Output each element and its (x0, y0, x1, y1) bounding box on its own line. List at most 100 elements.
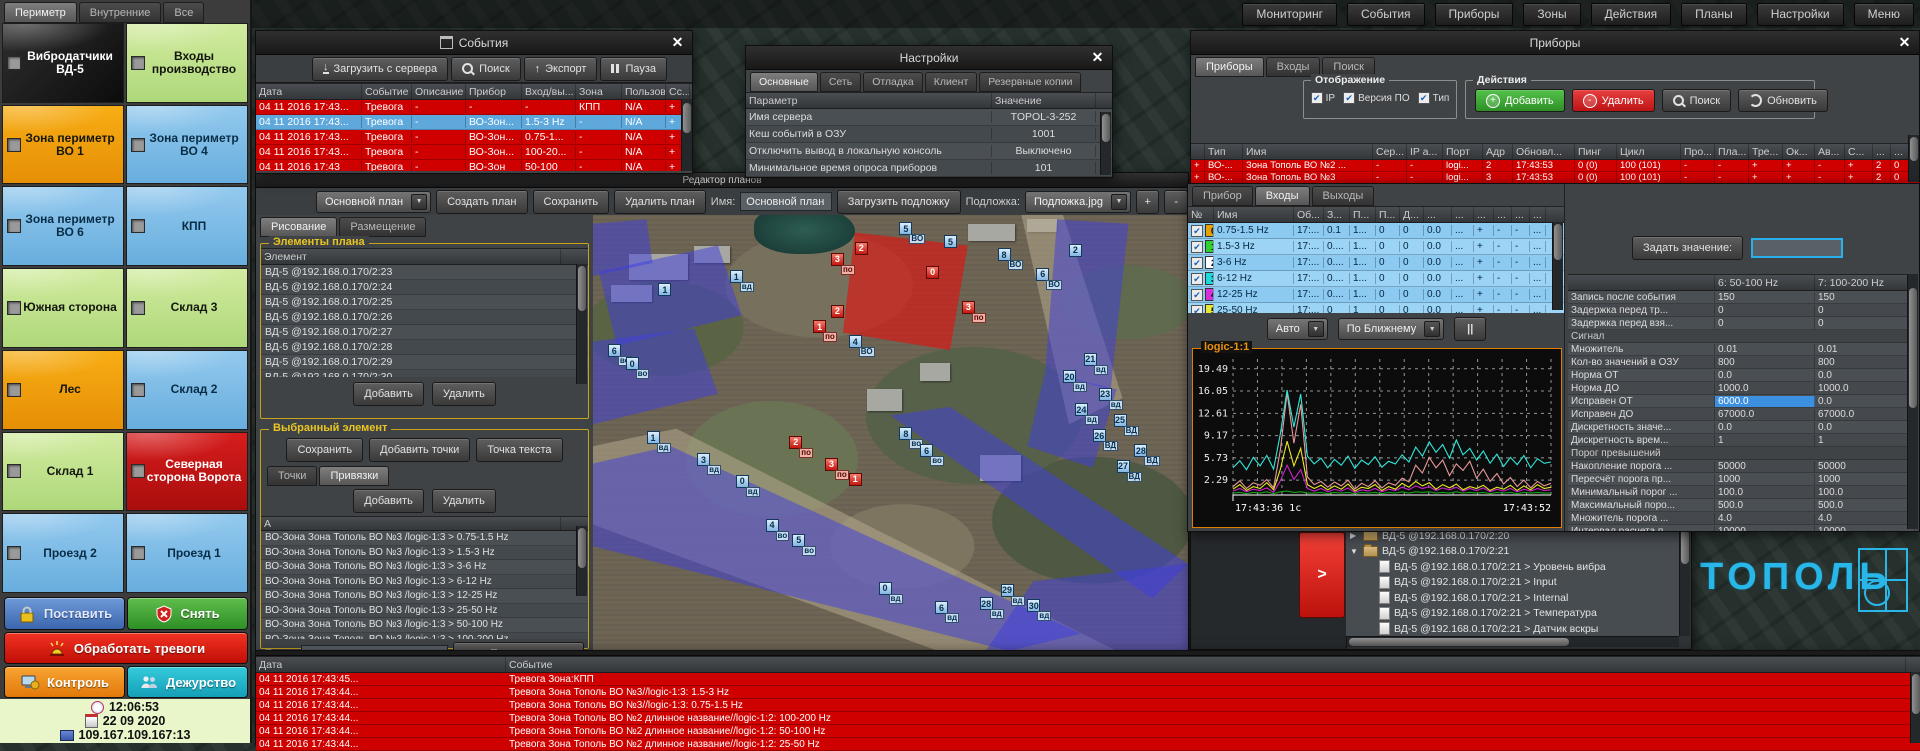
chevron-down-icon[interactable]: ▼ (1308, 321, 1324, 337)
column-header[interactable]: Описание (412, 84, 466, 99)
column-header[interactable]: Про... (1681, 144, 1715, 159)
elements-remove-button[interactable]: Удалить (432, 382, 496, 406)
zone-checkbox[interactable] (131, 464, 145, 478)
map-marker[interactable]: 0вд (879, 582, 892, 595)
column-header[interactable] (1568, 275, 1715, 290)
disarm-button[interactable]: Снять (127, 597, 248, 630)
table-row[interactable]: 04 11 2016 17:43:44...Тревога Зона Топол… (256, 686, 1920, 699)
elements-add-button[interactable]: Добавить (353, 382, 424, 406)
map-marker[interactable]: 5во (792, 534, 805, 547)
zone-checkbox[interactable] (131, 301, 145, 315)
table-row[interactable]: Имя сервераTOPOL-3-252 (746, 109, 1112, 126)
underlay-select[interactable]: Подложка.jpg▼ (1025, 191, 1131, 213)
map-marker[interactable]: 30вд (1027, 599, 1040, 612)
scrollbar[interactable] (576, 526, 587, 596)
scrollbar[interactable] (1552, 222, 1563, 310)
input-row[interactable]: ✔00.75-1.5 Hz17:...0.11...000.0...+--... (1188, 223, 1564, 239)
column-header[interactable]: Элемент (261, 249, 561, 264)
map-marker[interactable]: 23вд (1099, 388, 1112, 401)
map-marker[interactable]: 3по (831, 253, 844, 266)
selected-tab[interactable]: Точки (267, 466, 317, 486)
map-marker[interactable]: 5 (944, 235, 957, 248)
text-point-button[interactable]: Точка текста (476, 438, 562, 462)
events-titlebar[interactable]: События ✕ (256, 31, 692, 55)
column-header[interactable]: Значение (992, 93, 1096, 108)
settings-tab[interactable]: Резервные копии (979, 72, 1081, 92)
sidebar-tab[interactable]: Внутренние (79, 2, 162, 23)
element-item[interactable]: ВД-5 @192.168.0.170/2:24 (261, 280, 588, 295)
input-row[interactable]: ✔525-50 Hz17:...01000.0...+--... (1188, 303, 1564, 313)
menu-item[interactable]: События (1347, 3, 1425, 26)
table-row[interactable]: 04 11 2016 17:43...Тревога---КППN/A+ (256, 100, 692, 115)
scrollbar[interactable] (576, 264, 587, 384)
chevron-down-icon[interactable]: ▼ (411, 194, 427, 210)
devices-titlebar[interactable]: Приборы ✕ (1191, 31, 1919, 55)
more-button[interactable]: > (1299, 532, 1345, 618)
create-plan-button[interactable]: Создать план (436, 190, 527, 214)
map-marker[interactable]: 6вд (935, 601, 948, 614)
param-row[interactable]: Накопление порога ...5000050000 (1568, 460, 1917, 473)
column-header[interactable]: ... (1512, 207, 1530, 222)
menu-item[interactable]: Приборы (1435, 3, 1514, 26)
plan-side-tab[interactable]: Рисование (260, 217, 337, 237)
zone-tile[interactable]: Склад 2 (126, 350, 248, 430)
column-header[interactable]: Цикл (1617, 144, 1681, 159)
table-row[interactable]: 04 11 2016 17:43:44...Тревога Зона Топол… (256, 712, 1920, 725)
checkbox-icon[interactable]: ✔ (1191, 305, 1203, 314)
tree-item[interactable]: ▼ВД-5 @192.168.0.170/2:21 (1346, 544, 1679, 560)
zone-tile[interactable]: Вибродатчики ВД-5 (2, 23, 124, 103)
site-map[interactable]: 1вд15ВО58ВО6ВО24ВО6во0во1вд3вд0вд8во6во2… (593, 215, 1188, 651)
detail-tab[interactable]: Прибор (1192, 186, 1253, 206)
binding-item[interactable]: ВО-Зона Зона Тополь ВО №3 /logic-1:3 > 6… (261, 575, 588, 590)
input-row[interactable]: ✔11.5-3 Hz17:...0....1...000.0...+--... (1188, 239, 1564, 255)
column-header[interactable]: С... (1845, 144, 1873, 159)
plan-select[interactable]: Основной план▼ (316, 191, 431, 213)
zone-checkbox[interactable] (131, 383, 145, 397)
settings-tab[interactable]: Клиент (925, 72, 978, 92)
selected-tab[interactable]: Привязки (319, 466, 389, 486)
zone-checkbox[interactable] (7, 546, 21, 560)
column-header[interactable]: Тип (1205, 144, 1243, 159)
map-marker[interactable]: 0 (926, 266, 939, 279)
menu-item[interactable]: Мониторинг (1242, 3, 1337, 26)
map-marker[interactable]: 6во (920, 444, 933, 457)
map-zoom-out-button[interactable]: - (1164, 190, 1188, 214)
delete-plan-button[interactable]: Удалить план (614, 190, 706, 214)
menu-item[interactable]: Меню (1854, 3, 1914, 26)
checkbox-icon[interactable]: ✔ (1311, 92, 1323, 104)
map-marker[interactable]: 27ВД (1117, 460, 1130, 473)
tree-item[interactable]: ВД-5 @192.168.0.170/2:21 > Уровень вибра (1346, 559, 1679, 575)
chevron-down-icon[interactable]: ▼ (1424, 321, 1440, 337)
zone-tile[interactable]: Проезд 2 (2, 513, 124, 593)
column-header[interactable]: Имя (1214, 207, 1294, 222)
map-marker[interactable]: 6ВО (1036, 268, 1049, 281)
export-button[interactable]: ↑Экспорт (524, 57, 598, 81)
param-row[interactable]: Задержка перед взя...00 (1568, 317, 1917, 330)
column-header[interactable]: ... (1452, 207, 1474, 222)
table-row[interactable]: Отключить вывод в локальную консольВыклю… (746, 143, 1112, 160)
table-row[interactable]: 04 11 2016 17:43:44...Тревога Зона Топол… (256, 699, 1920, 712)
scrollbar[interactable] (681, 99, 692, 171)
remove-device-button[interactable]: -Удалить (1572, 89, 1655, 112)
add-device-button[interactable]: +Добавить (1475, 89, 1565, 112)
map-marker[interactable]: 29вд (1001, 584, 1014, 597)
binding-item[interactable]: ВО-Зона Зона Тополь ВО №3 /logic-1:3 > 1… (261, 546, 588, 561)
plan-name-input[interactable]: Основной план (740, 192, 831, 211)
menu-item[interactable]: Настройки (1757, 3, 1844, 26)
selected-save-button[interactable]: Сохранить (286, 438, 363, 462)
map-marker[interactable]: 2 (831, 305, 844, 318)
column-header[interactable]: Дата (256, 84, 362, 99)
param-row[interactable]: Задержка перед тр...00 (1568, 304, 1917, 317)
scrollbar[interactable] (1679, 528, 1690, 636)
scrollbar[interactable] (1347, 636, 1679, 647)
column-header[interactable]: ... (1494, 207, 1512, 222)
input-row[interactable]: ✔23-6 Hz17:...0....1...000.0...+--... (1188, 255, 1564, 271)
column-header[interactable]: П... (1376, 207, 1400, 222)
mode-select[interactable]: Авто▼ (1267, 318, 1328, 340)
scrollbar[interactable] (1910, 672, 1920, 743)
column-header[interactable]: Вход/вы... (522, 84, 576, 99)
zone-tile[interactable]: Склад 1 (2, 432, 124, 512)
zone-tile[interactable]: Проезд 1 (126, 513, 248, 593)
binding-item[interactable]: ВО-Зона Зона Тополь ВО №3 /logic-1:3 > 1… (261, 589, 588, 604)
map-marker[interactable]: 4ВО (849, 335, 862, 348)
